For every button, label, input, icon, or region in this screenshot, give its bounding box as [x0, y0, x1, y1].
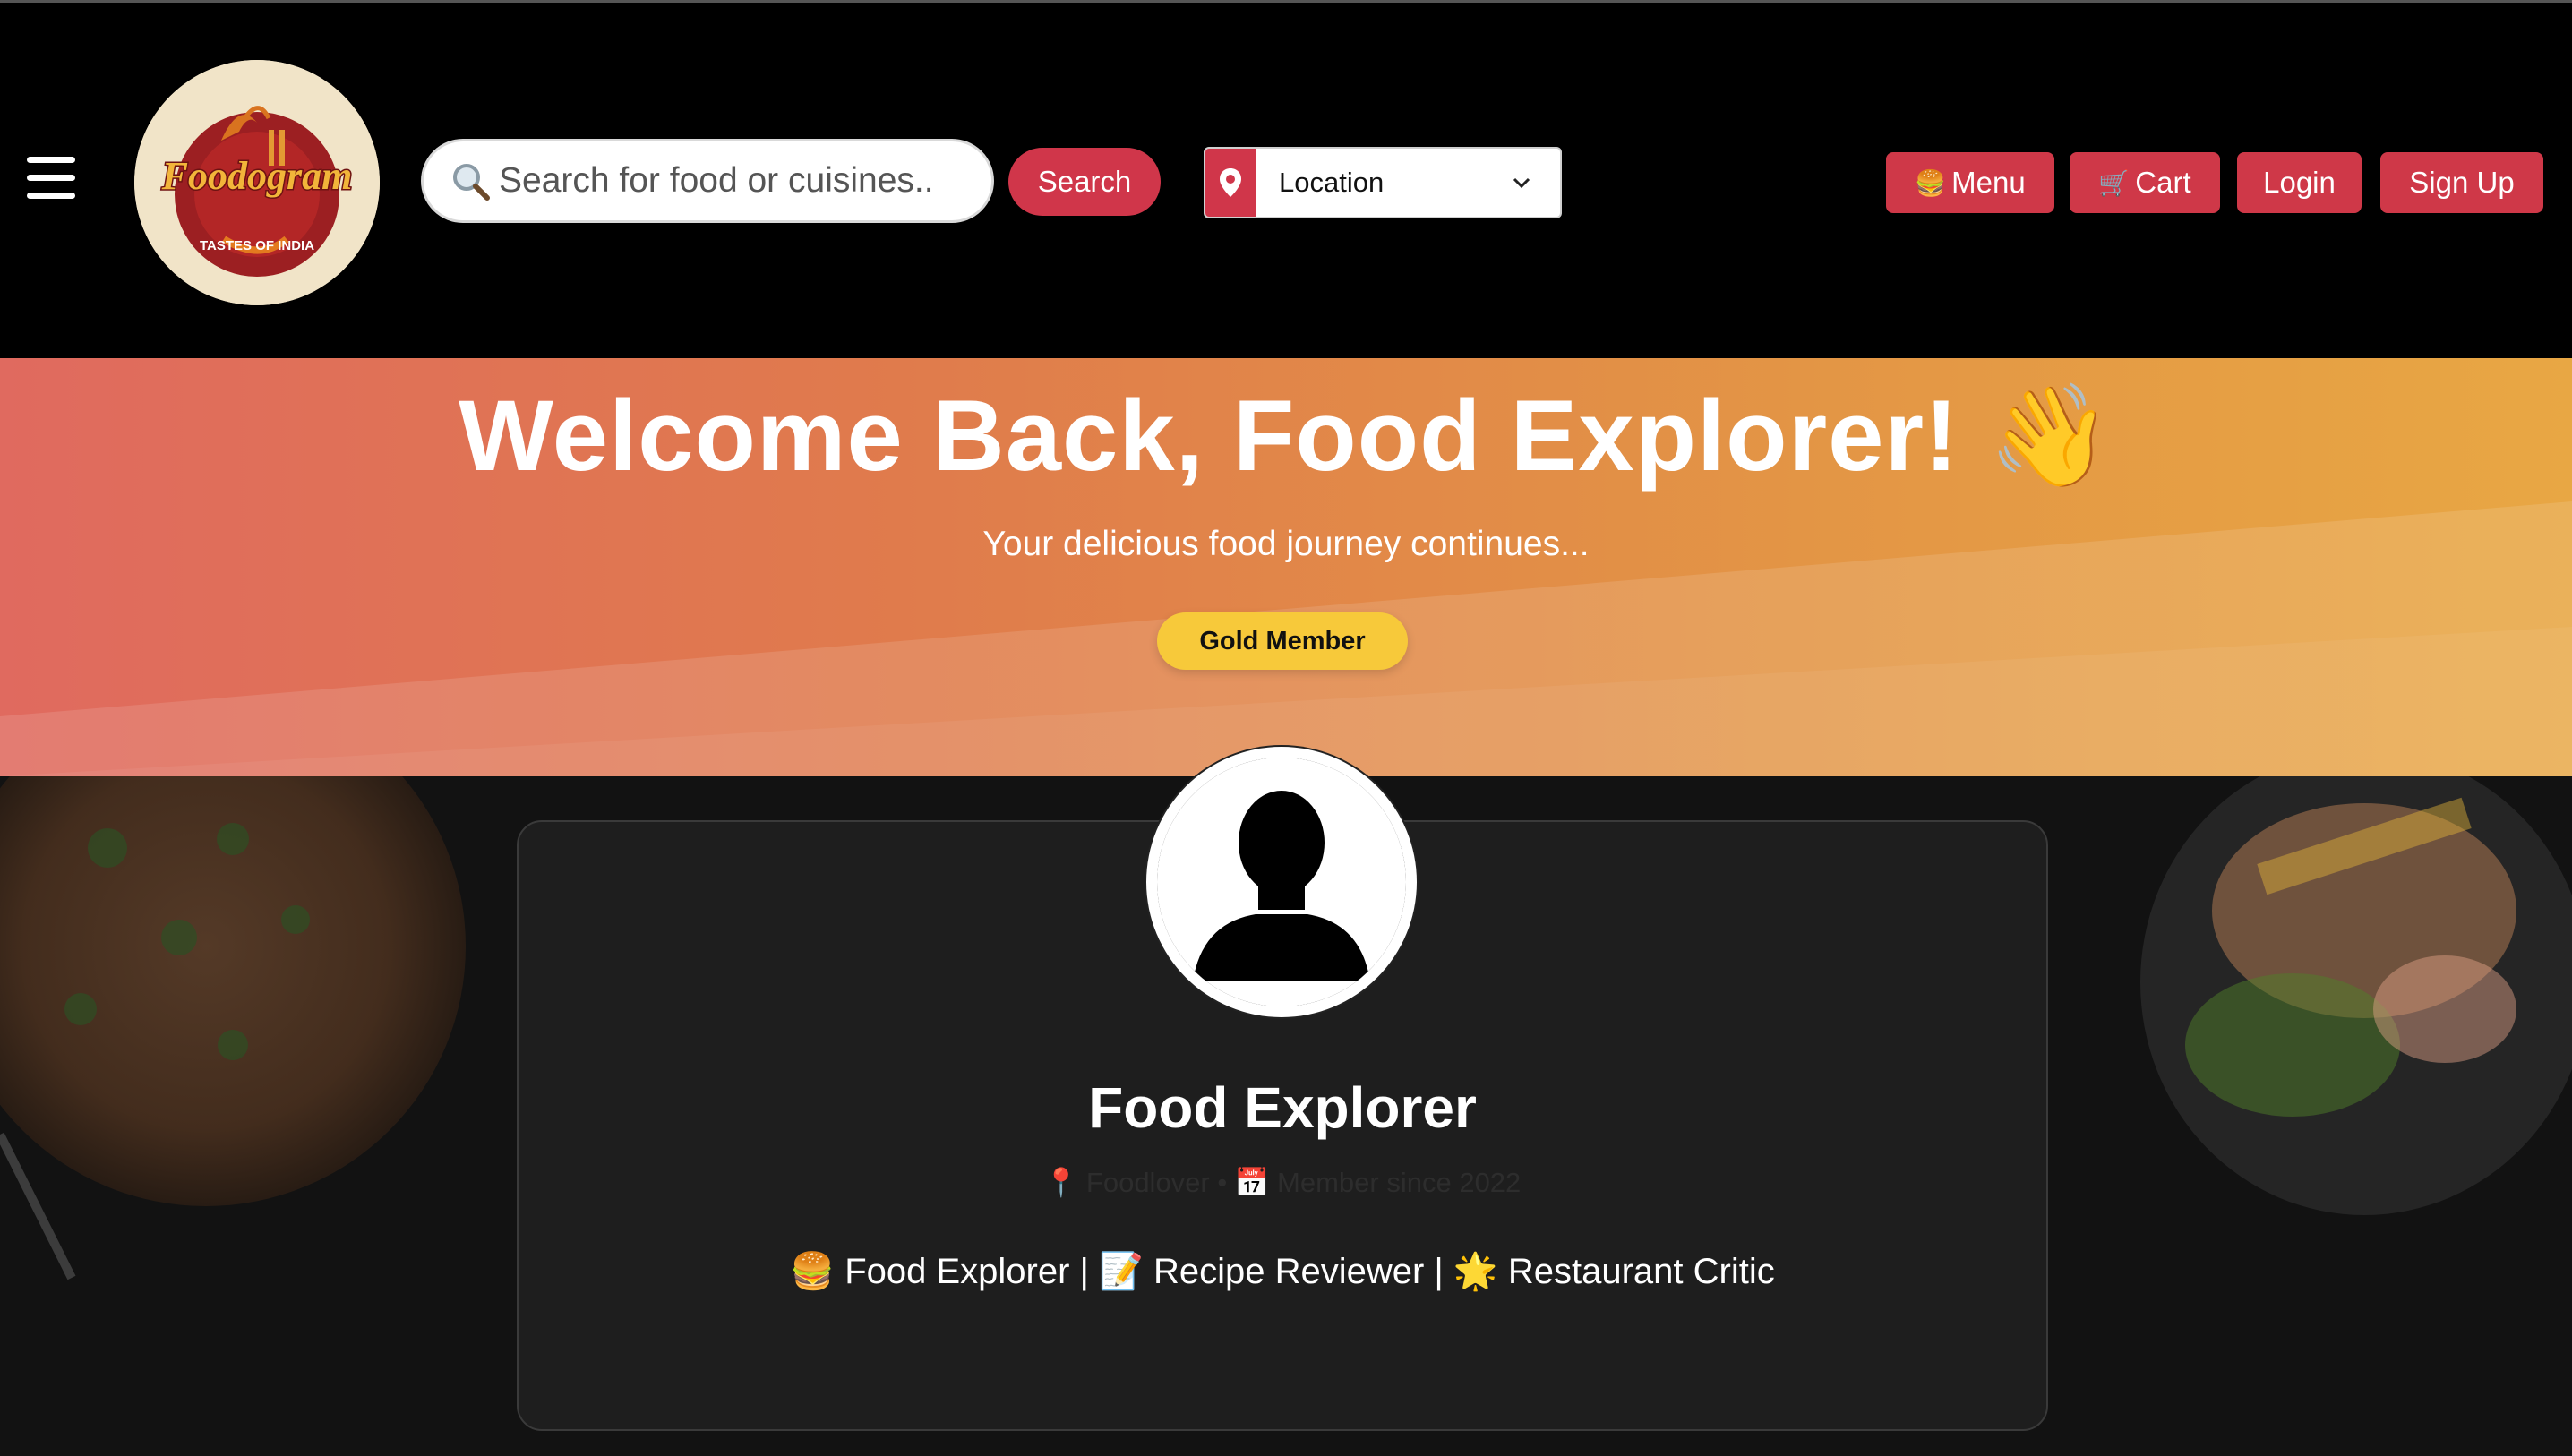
chevron-down-icon — [1513, 177, 1530, 189]
membership-badge: Gold Member — [1157, 612, 1408, 670]
cart-button-label: Cart — [2135, 166, 2191, 199]
profile-tags: 🍔 Food Explorer | 📝 Recipe Reviewer | 🌟 … — [790, 1252, 1775, 1291]
search-button[interactable]: Search — [1008, 148, 1161, 216]
profile-avatar[interactable] — [1146, 747, 1417, 1017]
welcome-subtitle: Your delicious food journey continues... — [982, 525, 1590, 563]
user-silhouette-icon — [1157, 758, 1406, 1006]
location-dropdown[interactable]: Location — [1204, 147, 1562, 218]
svg-text:TASTES OF INDIA: TASTES OF INDIA — [200, 238, 314, 253]
signup-button[interactable]: Sign Up — [2380, 152, 2543, 213]
cart-button[interactable]: 🛒 Cart — [2070, 152, 2220, 213]
foodogram-logo[interactable]: Foodogram TASTES OF INDIA — [134, 60, 380, 305]
search-bar — [421, 139, 994, 223]
menu-button[interactable]: 🍔 Menu — [1886, 152, 2054, 213]
location-selected-value: Location — [1279, 167, 1385, 198]
menu-button-label: Menu — [1951, 166, 2026, 199]
location-pin-icon — [1205, 149, 1256, 217]
cart-icon: 🛒 — [2098, 168, 2130, 197]
profile-name: Food Explorer — [1088, 1075, 1477, 1140]
hamburger-menu-icon[interactable] — [27, 157, 75, 200]
site-header: Foodogram TASTES OF INDIA Search Locatio… — [0, 3, 2572, 358]
login-button[interactable]: Login — [2237, 152, 2362, 213]
svg-text:Foodogram: Foodogram — [161, 154, 353, 198]
burger-icon: 🍔 — [1915, 168, 1947, 197]
welcome-hero-banner: Welcome Back, Food Explorer! 👋 Your deli… — [0, 358, 2572, 776]
logo-graphic: Foodogram TASTES OF INDIA — [134, 60, 380, 305]
search-input[interactable] — [497, 160, 966, 201]
welcome-title: Welcome Back, Food Explorer! 👋 — [459, 380, 2113, 492]
profile-meta: 📍 Foodlover • 📅 Member since 2022 — [1043, 1167, 1522, 1198]
search-icon — [453, 164, 490, 201]
